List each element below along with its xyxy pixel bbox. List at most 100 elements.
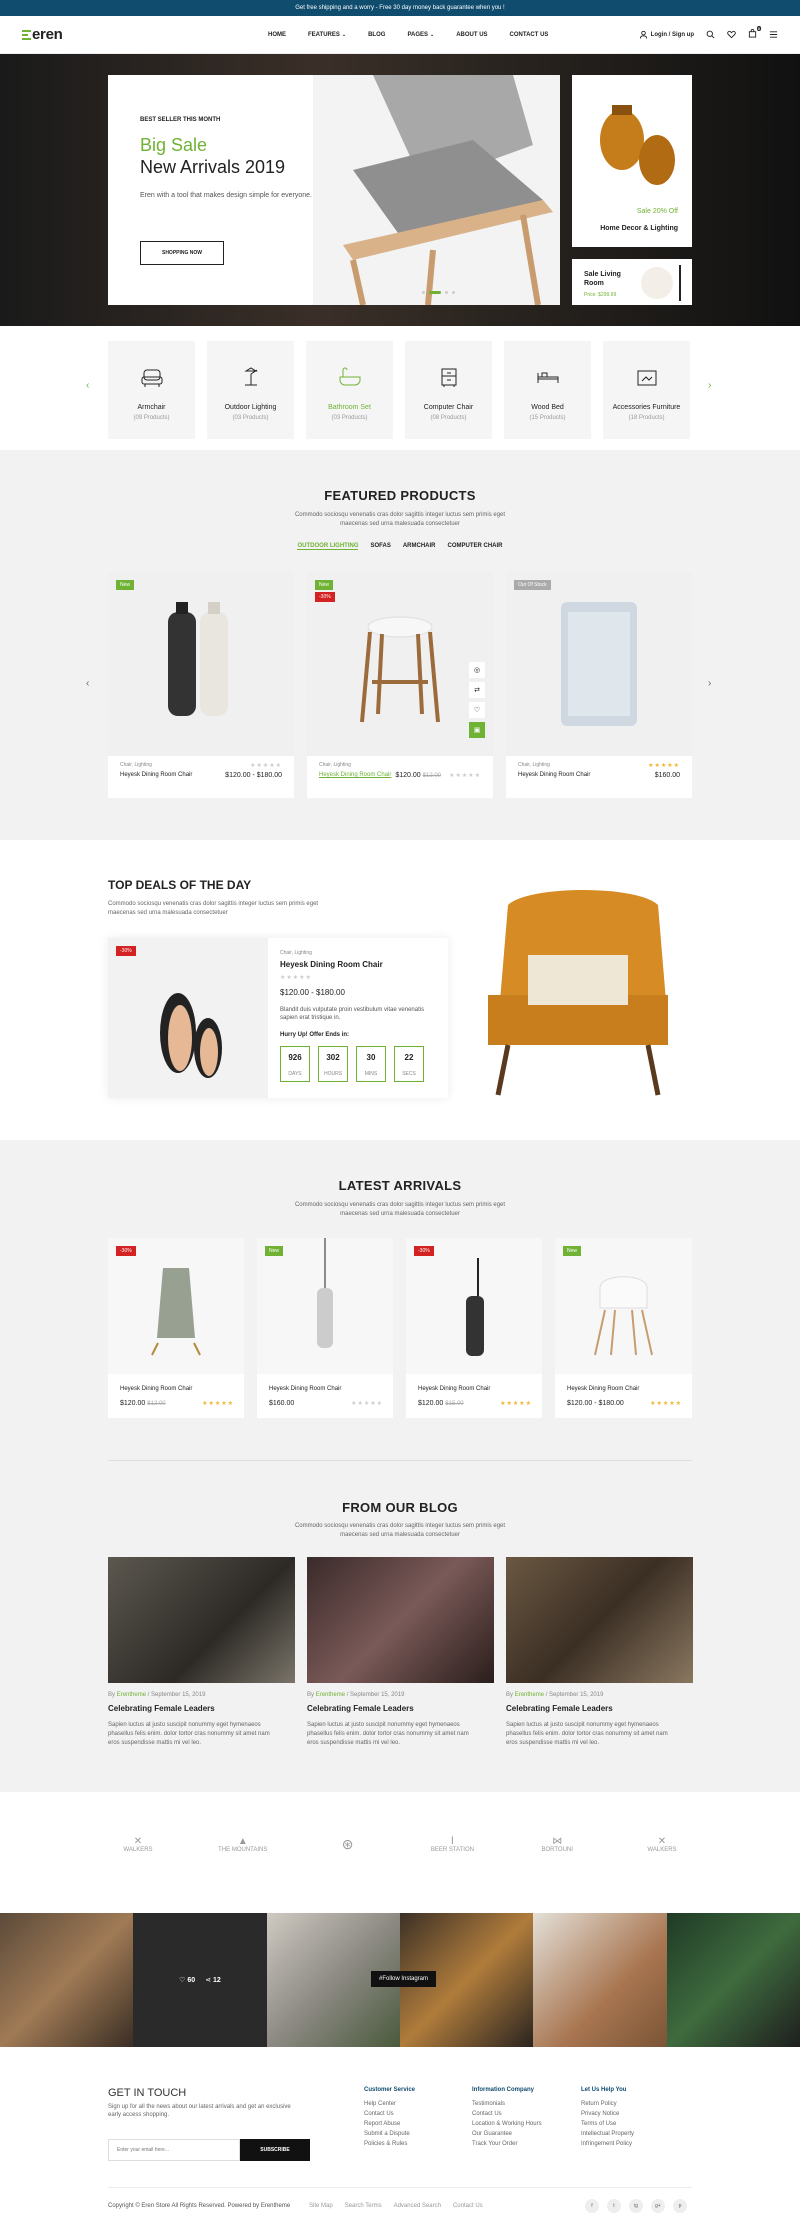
- product-card-hover[interactable]: New -30% ◎ ⇄ ♡ ▣ Chair, Lighting Heyesk …: [307, 572, 493, 798]
- blog-title[interactable]: Celebrating Female Leaders: [108, 1704, 295, 1713]
- tab-armchair[interactable]: ARMCHAIR: [403, 543, 436, 550]
- facebook-icon[interactable]: f: [585, 2199, 599, 2213]
- footer-link[interactable]: Privacy Notice: [581, 2111, 634, 2117]
- footer-link[interactable]: Infringement Policy: [581, 2141, 634, 2147]
- chevron-left-icon[interactable]: ‹: [86, 678, 89, 689]
- brand-logo[interactable]: ✕ WALKERS: [632, 1836, 692, 1853]
- wishlist-icon[interactable]: ♡: [469, 702, 485, 718]
- blog-author[interactable]: Erentheme: [316, 1692, 345, 1698]
- brand-logo[interactable]: ✕ WALKERS: [108, 1836, 168, 1853]
- chevron-right-icon[interactable]: ›: [708, 380, 711, 391]
- promo-living-room[interactable]: Sale Living Room Price: $299.99: [572, 259, 692, 305]
- footer-bottom-link[interactable]: Search Terms: [345, 2203, 382, 2209]
- cart-button[interactable]: 0: [748, 26, 761, 40]
- compare-icon[interactable]: ⇄: [469, 682, 485, 698]
- footer-link[interactable]: Return Policy: [581, 2101, 634, 2107]
- nav-blog[interactable]: BLOG: [368, 32, 385, 38]
- product-card[interactable]: Out Of Stock Chair, Lighting Heyesk Dini…: [506, 572, 692, 798]
- tab-sofas[interactable]: SOFAS: [370, 543, 390, 550]
- twitter-icon[interactable]: t: [607, 2199, 621, 2213]
- footer-link[interactable]: Help Center: [364, 2101, 415, 2107]
- login-link[interactable]: Login / Sign up: [639, 30, 694, 39]
- heart-icon[interactable]: [727, 30, 736, 39]
- footer-bottom-link[interactable]: Site Map: [309, 2203, 333, 2209]
- instagram-photo[interactable]: [0, 1913, 134, 2047]
- product-name[interactable]: Heyesk Dining Room Chair: [120, 772, 192, 778]
- blog-post[interactable]: By Erentheme / September 15, 2019 Celebr…: [506, 1557, 693, 1748]
- tab-computer-chair[interactable]: COMPUTER CHAIR: [448, 543, 503, 550]
- footer-link[interactable]: Submit a Dispute: [364, 2131, 415, 2137]
- blog-title[interactable]: Celebrating Female Leaders: [307, 1704, 494, 1713]
- category-card-wood-bed[interactable]: Wood Bed (15 Products): [504, 341, 591, 439]
- product-card[interactable]: New Heyesk Dining Room Chair $160.00 ★★★…: [257, 1238, 393, 1418]
- chevron-right-icon[interactable]: ›: [708, 678, 711, 689]
- brand-logo[interactable]: Ⅰ BEER STATION: [422, 1836, 482, 1853]
- blog-post[interactable]: By Erentheme / September 15, 2019 Celebr…: [108, 1557, 295, 1748]
- promo-home-decor[interactable]: Sale 20% Off Home Decor & Lighting: [572, 75, 692, 247]
- footer-link[interactable]: Contact Us: [364, 2111, 415, 2117]
- nav-home[interactable]: HOME: [268, 32, 286, 38]
- product-card[interactable]: New Heyesk Dining Room Chair $120.00 - $…: [555, 1238, 692, 1418]
- category-card-accessories[interactable]: Accessories Furniture (18 Products): [603, 341, 690, 439]
- footer-link[interactable]: Location & Working Hours: [472, 2121, 542, 2127]
- blog-title[interactable]: Celebrating Female Leaders: [506, 1704, 693, 1713]
- footer-link[interactable]: Intellectual Property: [581, 2131, 634, 2137]
- nav-pages[interactable]: PAGES ⌄: [407, 32, 434, 38]
- footer-link[interactable]: Policies & Rules: [364, 2141, 415, 2147]
- tab-outdoor-lighting[interactable]: OUTDOOR LIGHTING: [297, 543, 359, 550]
- footer-bottom-link[interactable]: Advanced Search: [394, 2203, 441, 2209]
- blog-image[interactable]: [307, 1557, 494, 1683]
- footer-link[interactable]: Contact Us: [472, 2111, 542, 2117]
- slider-dot[interactable]: [445, 291, 448, 294]
- brand-logo[interactable]: ⊛: [318, 1836, 378, 1853]
- logo[interactable]: eren: [22, 26, 63, 43]
- instagram-photo[interactable]: ♡ 60 ⋖ 12: [133, 1913, 267, 2047]
- slider-dot[interactable]: [422, 291, 425, 294]
- category-card-bathroom-set[interactable]: Bathroom Set (03 Products): [306, 341, 393, 439]
- product-name[interactable]: Heyesk Dining Room Chair: [120, 1386, 192, 1392]
- nav-features[interactable]: FEATURES ⌄: [308, 32, 346, 38]
- nav-about[interactable]: ABOUT US: [456, 32, 487, 38]
- blog-post[interactable]: By Erentheme / September 15, 2019 Celebr…: [307, 1557, 494, 1748]
- add-to-cart-icon[interactable]: ▣: [469, 722, 485, 738]
- category-card-computer-chair[interactable]: Computer Chair (08 Products): [405, 341, 492, 439]
- footer-link[interactable]: Track Your Order: [472, 2141, 542, 2147]
- blog-author[interactable]: Erentheme: [117, 1692, 146, 1698]
- product-name[interactable]: Heyesk Dining Room Chair: [269, 1386, 341, 1392]
- google-plus-icon[interactable]: g+: [651, 2199, 665, 2213]
- slider-dot[interactable]: [452, 291, 455, 294]
- blog-image[interactable]: [108, 1557, 295, 1683]
- instagram-photo[interactable]: [533, 1913, 667, 2047]
- product-card[interactable]: New Chair, Lighting Heyesk Dining Room C…: [108, 572, 294, 798]
- footer-link[interactable]: Our Guarantee: [472, 2131, 542, 2137]
- product-name[interactable]: Heyesk Dining Room Chair: [418, 1386, 490, 1392]
- instagram-icon[interactable]: ig: [629, 2199, 643, 2213]
- follow-instagram-button[interactable]: #Follow Instagram: [371, 1971, 437, 1987]
- category-card-outdoor-lighting[interactable]: Outdoor Lighting (03 Products): [207, 341, 294, 439]
- product-name[interactable]: Heyesk Dining Room Chair: [518, 772, 590, 778]
- product-card[interactable]: -30% Heyesk Dining Room Chair $120.00 $1…: [406, 1238, 542, 1418]
- brand-logo[interactable]: ⋈ BORTOUNI: [527, 1836, 587, 1853]
- product-name[interactable]: Heyesk Dining Room Chair: [280, 960, 383, 969]
- newsletter-email-input[interactable]: [108, 2139, 240, 2161]
- product-name[interactable]: Heyesk Dining Room Chair: [319, 772, 391, 778]
- blog-author[interactable]: Erentheme: [515, 1692, 544, 1698]
- footer-link[interactable]: Terms of Use: [581, 2121, 634, 2127]
- category-card-armchair[interactable]: Armchair (09 Products): [108, 341, 195, 439]
- footer-bottom-link[interactable]: Contact Us: [453, 2203, 483, 2209]
- nav-contact[interactable]: CONTACT US: [510, 32, 549, 38]
- instagram-photo[interactable]: [666, 1913, 800, 2047]
- pinterest-icon[interactable]: p: [673, 2199, 687, 2213]
- blog-image[interactable]: [506, 1557, 693, 1683]
- menu-icon[interactable]: [769, 30, 778, 39]
- search-icon[interactable]: [706, 30, 715, 39]
- footer-link[interactable]: Testimonials: [472, 2101, 542, 2107]
- product-card[interactable]: -30% Heyesk Dining Room Chair $120.00 $1…: [108, 1238, 244, 1418]
- subscribe-button[interactable]: SUBSCRIBE: [240, 2139, 310, 2161]
- footer-link[interactable]: Report Abuse: [364, 2121, 415, 2127]
- product-name[interactable]: Heyesk Dining Room Chair: [567, 1386, 639, 1392]
- brand-logo[interactable]: ▲ THE MOUNTAINS: [213, 1836, 273, 1853]
- slider-dot-active[interactable]: [429, 291, 441, 294]
- chevron-left-icon[interactable]: ‹: [86, 380, 89, 391]
- eye-icon[interactable]: ◎: [469, 662, 485, 678]
